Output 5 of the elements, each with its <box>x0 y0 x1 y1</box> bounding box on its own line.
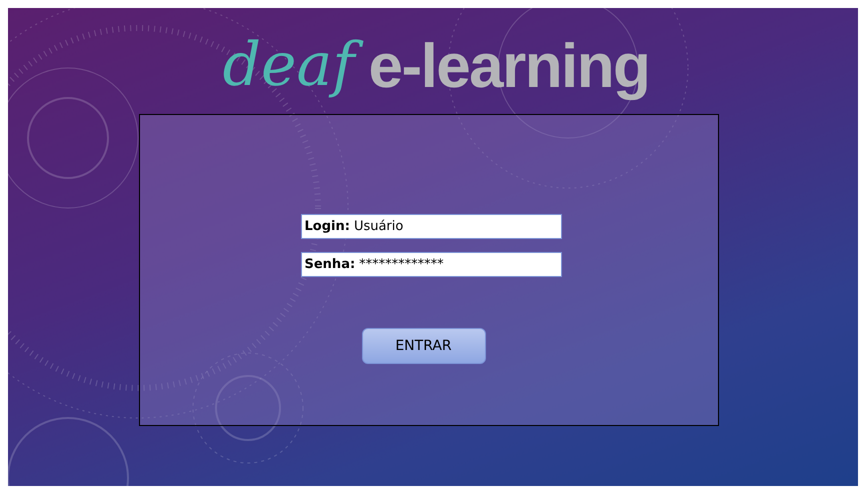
password-field[interactable]: Senha: ************* <box>300 252 562 277</box>
logo-text: e-learning <box>368 36 650 98</box>
login-field[interactable]: Login: Usuário <box>300 214 562 239</box>
logo-script-text: deaf <box>216 26 369 104</box>
login-button[interactable]: ENTRAR <box>362 328 486 364</box>
